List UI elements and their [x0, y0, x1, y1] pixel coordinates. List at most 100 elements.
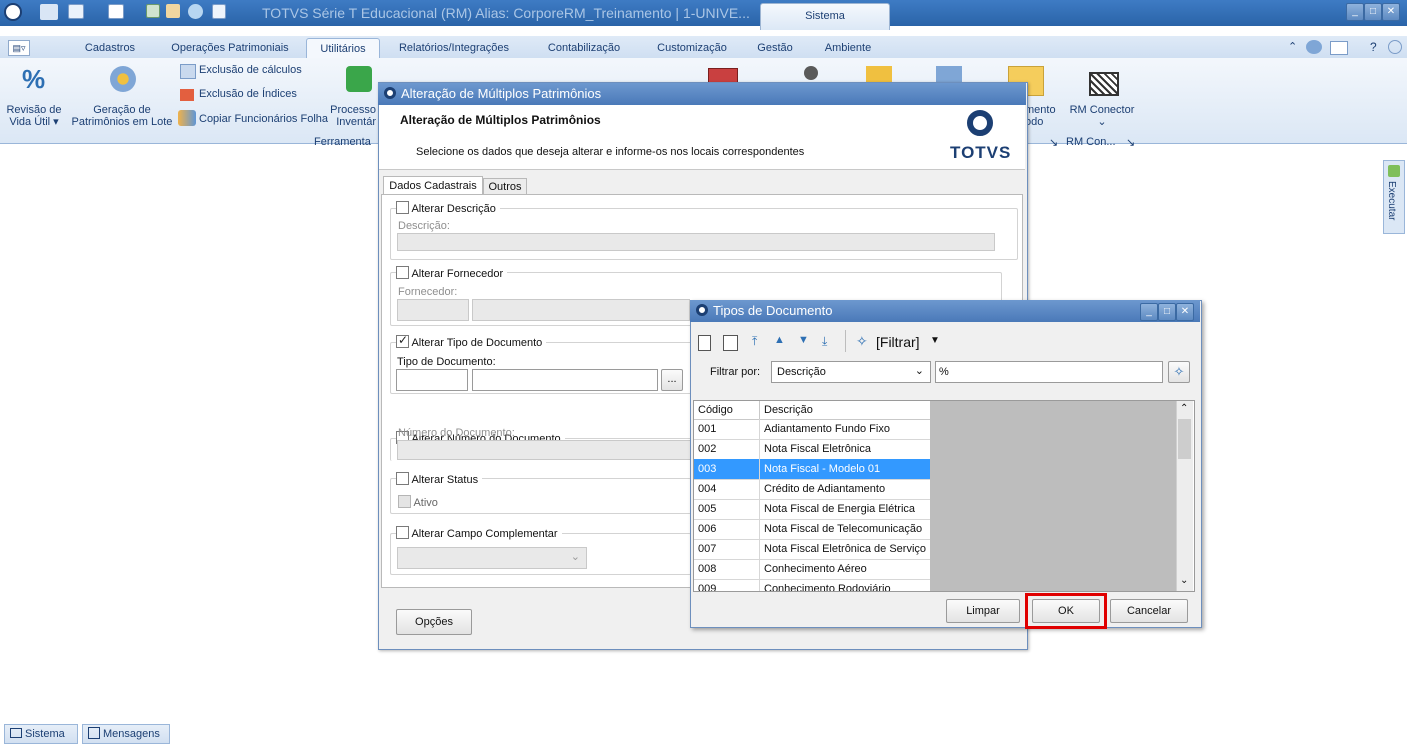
table-row[interactable]: 008 Conhecimento Aéreo: [694, 559, 930, 580]
view-menu-icon[interactable]: ▤▿: [8, 40, 30, 56]
fornecedor-name-field[interactable]: [472, 299, 690, 321]
totvs-logo-icon: [967, 110, 993, 136]
about-icon[interactable]: [1388, 40, 1402, 54]
geracao-patrimonios-button[interactable]: Geração de Patrimônios em Lote: [68, 104, 176, 128]
edit-record-icon[interactable]: [723, 335, 738, 351]
tab-operacoes-patrimoniais[interactable]: Operações Patrimoniais: [160, 38, 300, 58]
qat-report-icon[interactable]: [146, 4, 160, 18]
filter-star-icon[interactable]: ✧: [856, 333, 868, 350]
exclusao-calculos-button[interactable]: Exclusão de cálculos: [199, 64, 302, 76]
qat-copy-icon[interactable]: [212, 4, 226, 19]
revisao-vida-util-button[interactable]: Revisão de Vida Útil ▾: [2, 104, 66, 128]
apply-filter-icon[interactable]: ✧: [1168, 361, 1190, 383]
table-row[interactable]: 006 Nota Fiscal de Telecomunicação: [694, 519, 930, 540]
layout-icon[interactable]: [1330, 41, 1348, 55]
ribbon-mento-label[interactable]: mento: [1025, 104, 1056, 116]
ribbon-icon-2: [804, 66, 818, 80]
copiar-funcionarios-button[interactable]: Copiar Funcionários Folha: [199, 113, 328, 125]
processo-inventario-button[interactable]: Processo Inventár: [330, 104, 376, 128]
ativo-check[interactable]: [398, 495, 411, 508]
ativo-checkbox[interactable]: Ativo: [398, 495, 438, 509]
filter-text-input[interactable]: %: [935, 361, 1163, 383]
tab-dados-cadastrais[interactable]: Dados Cadastrais: [383, 176, 483, 195]
executar-panel[interactable]: Executar: [1383, 160, 1405, 234]
table-row[interactable]: 009 Conhecimento Rodoviário: [694, 579, 930, 591]
table-row[interactable]: 002 Nota Fiscal Eletrônica: [694, 439, 930, 460]
app-menu-icon[interactable]: [4, 3, 22, 21]
col-descricao-header[interactable]: Descrição: [764, 404, 813, 416]
next-record-icon[interactable]: ▼: [798, 334, 809, 346]
tipos-minimize-button[interactable]: _: [1140, 303, 1158, 321]
filtrar-por-select[interactable]: Descrição ⌄: [771, 361, 931, 383]
alterar-status-checkbox[interactable]: Alterar Status: [396, 472, 483, 486]
col-codigo-header[interactable]: Código: [698, 404, 733, 416]
new-record-icon[interactable]: [698, 335, 711, 351]
qat-new-icon[interactable]: [68, 4, 84, 19]
close-button[interactable]: ✕: [1382, 3, 1400, 21]
tab-outros[interactable]: Outros: [483, 178, 527, 195]
cell-descricao: Nota Fiscal de Energia Elétrica: [764, 503, 916, 515]
alterar-campo-checkbox[interactable]: Alterar Campo Complementar: [396, 526, 562, 540]
tipos-maximize-button[interactable]: □: [1158, 303, 1176, 321]
alterar-tipo-doc-check[interactable]: [396, 333, 409, 348]
tab-relatorios-integracoes[interactable]: Relatórios/Integrações: [386, 38, 522, 58]
cell-separator: [759, 439, 760, 459]
alterar-campo-check[interactable]: [396, 526, 409, 539]
table-row[interactable]: 003 Nota Fiscal - Modelo 01: [694, 459, 930, 480]
status-tab-mensagens[interactable]: Mensagens: [82, 724, 170, 744]
alteracao-dialog-titlebar[interactable]: Alteração de Múltiplos Patrimônios: [378, 83, 1026, 105]
tab-sistema[interactable]: Sistema: [760, 3, 890, 30]
fornecedor-code-field[interactable]: [397, 299, 469, 321]
tab-gestao[interactable]: Gestão: [748, 38, 802, 58]
tab-utilitarios[interactable]: Utilitários: [306, 38, 380, 59]
alterar-fornecedor-checkbox[interactable]: Alterar Fornecedor: [396, 266, 508, 280]
last-record-icon[interactable]: ⤓: [822, 334, 827, 349]
status-tab-sistema[interactable]: Sistema: [4, 724, 78, 744]
campo-complementar-select[interactable]: ⌄: [397, 547, 587, 569]
tab-cadastros[interactable]: Cadastros: [70, 38, 150, 58]
qat-tools-icon[interactable]: [166, 4, 180, 18]
alterar-fornecedor-check[interactable]: [396, 266, 409, 279]
alterar-tipo-doc-checkbox[interactable]: Alterar Tipo de Documento: [396, 333, 547, 349]
tab-ambiente[interactable]: Ambiente: [812, 38, 884, 58]
table-row[interactable]: 001 Adiantamento Fundo Fixo: [694, 419, 930, 440]
ribbon-minimize-icon[interactable]: ⌃: [1288, 40, 1297, 53]
minimize-button[interactable]: _: [1346, 3, 1364, 21]
rm-conector-button[interactable]: RM Conector ⌄: [1064, 104, 1140, 128]
table-row[interactable]: 007 Nota Fiscal Eletrônica de Serviço: [694, 539, 930, 560]
grid-scrollbar[interactable]: ⌃ ⌄: [1176, 401, 1193, 591]
alterar-descricao-check[interactable]: [396, 201, 409, 214]
cancelar-button[interactable]: Cancelar: [1110, 599, 1188, 623]
tab-customizacao[interactable]: Customização: [644, 38, 740, 58]
qat-options-icon[interactable]: [40, 4, 58, 20]
tipo-doc-name-field[interactable]: [472, 369, 658, 391]
opcoes-button[interactable]: Opções: [396, 609, 472, 635]
tipo-doc-lookup-button[interactable]: ...: [661, 369, 683, 391]
qat-refresh-icon[interactable]: [188, 4, 203, 19]
scroll-thumb[interactable]: [1178, 419, 1191, 459]
tab-contabilizacao[interactable]: Contabilização: [536, 38, 632, 58]
first-record-icon[interactable]: ⤒: [752, 334, 757, 349]
alterar-descricao-checkbox[interactable]: Alterar Descrição: [396, 201, 500, 215]
table-row[interactable]: 004 Crédito de Adiantamento: [694, 479, 930, 500]
descricao-field[interactable]: [397, 233, 995, 251]
qat-window-icon[interactable]: [108, 4, 124, 19]
tipos-documento-titlebar[interactable]: Tipos de Documento: [690, 300, 1200, 322]
maximize-button[interactable]: □: [1364, 3, 1382, 21]
previous-record-icon[interactable]: ▲: [774, 334, 785, 346]
theme-icon[interactable]: [1306, 40, 1322, 54]
group-expand-icon[interactable]: ↘: [1049, 136, 1058, 149]
exclusao-indices-button[interactable]: Exclusão de Índices: [199, 88, 297, 100]
filtrar-dropdown-button[interactable]: [Filtrar]: [876, 334, 920, 350]
tipos-close-button[interactable]: ✕: [1176, 303, 1194, 321]
filtrar-chevron-icon[interactable]: ▼: [930, 335, 940, 346]
alterar-status-check[interactable]: [396, 472, 409, 485]
num-doc-field[interactable]: [397, 440, 691, 460]
limpar-button[interactable]: Limpar: [946, 599, 1020, 623]
tipo-doc-code-field[interactable]: [396, 369, 468, 391]
scroll-up-icon[interactable]: ⌃: [1180, 403, 1188, 414]
help-icon[interactable]: ?: [1370, 40, 1377, 54]
group-rm-con-expand-icon[interactable]: ↘: [1126, 136, 1135, 149]
table-row[interactable]: 005 Nota Fiscal de Energia Elétrica: [694, 499, 930, 520]
scroll-down-icon[interactable]: ⌄: [1180, 575, 1188, 586]
